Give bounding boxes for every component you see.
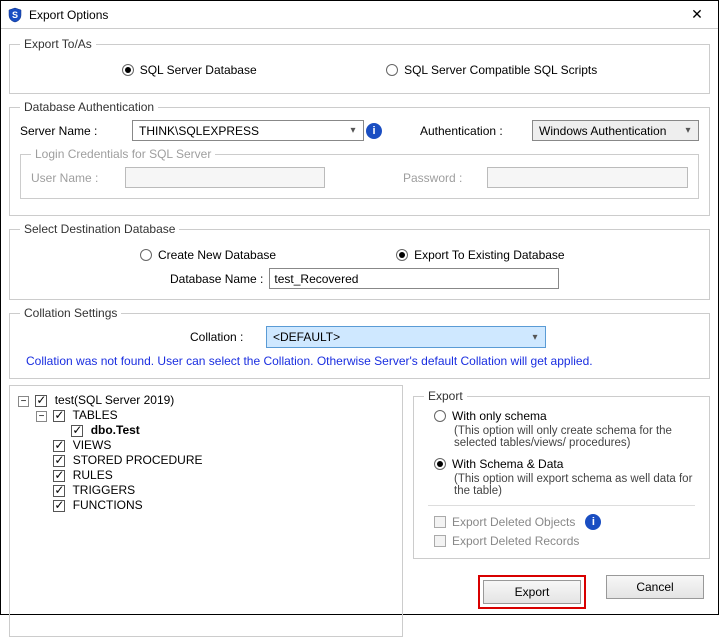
export-button[interactable]: Export — [483, 580, 581, 604]
legend-destination-db: Select Destination Database — [20, 222, 179, 236]
object-tree[interactable]: − test(SQL Server 2019) − TABLES — [9, 385, 403, 637]
chevron-down-icon: ▾ — [527, 332, 543, 343]
window-title: Export Options — [29, 8, 682, 22]
svg-text:S: S — [12, 10, 18, 20]
label-username: User Name : — [31, 171, 111, 185]
tree-node-stored-procedure[interactable]: STORED PROCEDURE — [73, 453, 203, 467]
groupbox-export: Export With only schema (This option wil… — [413, 389, 710, 559]
collation-select[interactable]: <DEFAULT> ▾ — [266, 326, 546, 348]
username-input — [125, 167, 325, 188]
label-database-name: Database Name : — [170, 272, 263, 286]
radio-label: Create New Database — [158, 248, 276, 262]
radio-dot-icon — [386, 64, 398, 76]
radio-dot-icon — [140, 249, 152, 261]
tree-checkbox[interactable] — [53, 485, 65, 497]
radio-create-new-db[interactable]: Create New Database — [140, 248, 276, 262]
tree-node-root[interactable]: test(SQL Server 2019) — [55, 393, 175, 407]
tree-checkbox[interactable] — [53, 470, 65, 482]
legend-collation: Collation Settings — [20, 306, 121, 320]
tree-node-rules[interactable]: RULES — [73, 468, 113, 482]
tree-node-dbo-test[interactable]: dbo.Test — [91, 423, 140, 437]
groupbox-collation: Collation Settings Collation : <DEFAULT>… — [9, 306, 710, 379]
tree-collapse-icon[interactable]: − — [36, 411, 47, 422]
tree-checkbox[interactable] — [53, 455, 65, 467]
radio-label: SQL Server Compatible SQL Scripts — [404, 63, 597, 77]
export-button-highlight: Export — [478, 575, 586, 609]
tree-checkbox[interactable] — [53, 500, 65, 512]
radio-dot-icon — [122, 64, 134, 76]
server-name-select[interactable]: THINK\SQLEXPRESS ▾ — [132, 120, 364, 141]
checkbox-icon — [434, 516, 446, 528]
radio-export-existing-db[interactable]: Export To Existing Database — [396, 248, 565, 262]
collation-message: Collation was not found. User can select… — [26, 354, 693, 368]
legend-login-credentials: Login Credentials for SQL Server — [31, 147, 215, 161]
checkbox-icon — [434, 535, 446, 547]
database-name-input[interactable] — [269, 268, 559, 289]
server-name-value: THINK\SQLEXPRESS — [139, 124, 259, 138]
close-icon[interactable]: ✕ — [682, 6, 712, 23]
groupbox-export-to-as: Export To/As SQL Server Database SQL Ser… — [9, 37, 710, 94]
tree-collapse-icon[interactable]: − — [18, 396, 29, 407]
desc-schema-data: (This option will export schema as well … — [454, 473, 699, 497]
groupbox-destination-db: Select Destination Database Create New D… — [9, 222, 710, 300]
cancel-button[interactable]: Cancel — [606, 575, 704, 599]
checkbox-label: Export Deleted Records — [452, 534, 579, 548]
groupbox-db-auth: Database Authentication Server Name : TH… — [9, 100, 710, 216]
radio-label: With only schema — [452, 409, 547, 423]
label-collation: Collation : — [190, 330, 260, 344]
radio-label: SQL Server Database — [140, 63, 257, 77]
tree-node-triggers[interactable]: TRIGGERS — [72, 483, 135, 497]
checkbox-label: Export Deleted Objects — [452, 515, 575, 529]
password-input — [487, 167, 688, 188]
label-password: Password : — [403, 171, 473, 185]
radio-dot-icon — [396, 249, 408, 261]
radio-with-only-schema[interactable]: With only schema — [434, 409, 699, 423]
radio-sql-scripts[interactable]: SQL Server Compatible SQL Scripts — [386, 63, 597, 77]
legend-export: Export — [424, 389, 467, 403]
tree-checkbox[interactable] — [53, 440, 65, 452]
desc-schema-only: (This option will only create schema for… — [454, 425, 699, 449]
legend-db-auth: Database Authentication — [20, 100, 158, 114]
radio-label: With Schema & Data — [452, 457, 563, 471]
info-icon[interactable]: i — [585, 514, 601, 530]
radio-label: Export To Existing Database — [414, 248, 565, 262]
authentication-select[interactable]: Windows Authentication ▾ — [532, 120, 699, 141]
checkbox-export-deleted-records: Export Deleted Records — [434, 534, 699, 548]
checkbox-export-deleted-objects: Export Deleted Objects i — [434, 514, 699, 530]
radio-with-schema-and-data[interactable]: With Schema & Data — [434, 457, 699, 471]
legend-export-to-as: Export To/As — [20, 37, 96, 51]
tree-checkbox[interactable] — [71, 425, 83, 437]
tree-node-views[interactable]: VIEWS — [73, 438, 112, 452]
collation-value: <DEFAULT> — [273, 330, 340, 344]
radio-dot-icon — [434, 458, 446, 470]
tree-checkbox[interactable] — [53, 410, 65, 422]
label-authentication: Authentication : — [420, 124, 530, 138]
label-server-name: Server Name : — [20, 124, 130, 138]
info-icon[interactable]: i — [366, 123, 382, 139]
radio-sql-server-db[interactable]: SQL Server Database — [122, 63, 257, 77]
tree-checkbox[interactable] — [35, 395, 47, 407]
tree-node-functions[interactable]: FUNCTIONS — [73, 498, 143, 512]
chevron-down-icon: ▾ — [680, 125, 696, 136]
radio-dot-icon — [434, 410, 446, 422]
groupbox-login-credentials: Login Credentials for SQL Server User Na… — [20, 147, 699, 199]
authentication-value: Windows Authentication — [539, 124, 666, 138]
tree-node-tables[interactable]: TABLES — [72, 408, 117, 422]
app-icon: S — [7, 7, 23, 23]
chevron-down-icon: ▾ — [345, 125, 361, 136]
